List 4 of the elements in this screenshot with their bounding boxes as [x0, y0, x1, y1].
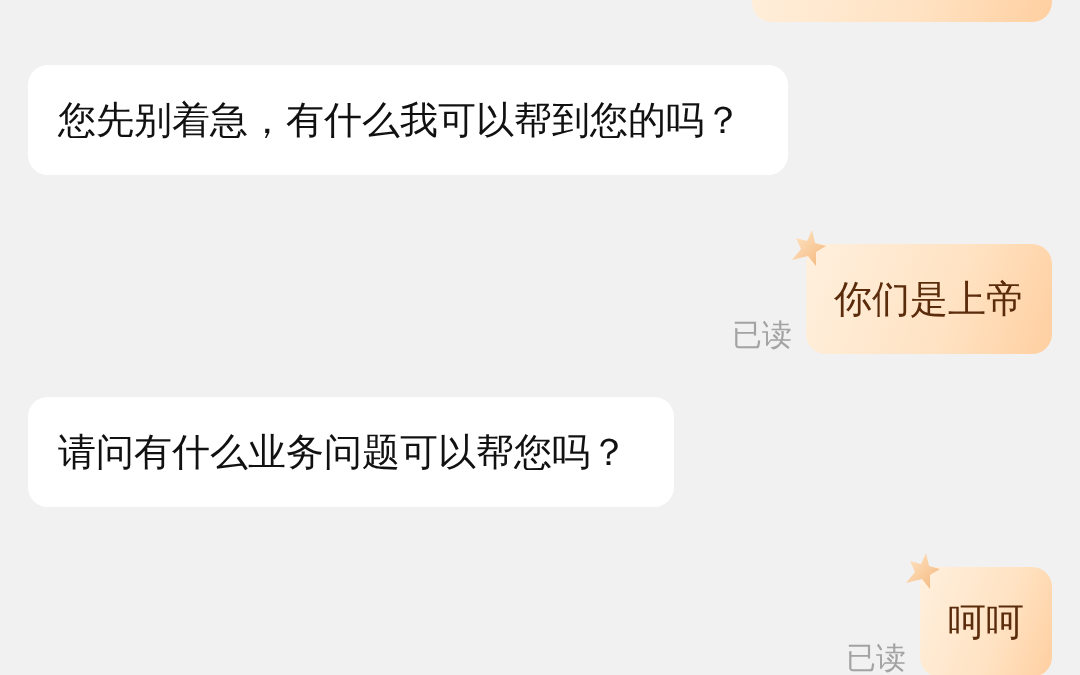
message-bubble: 您先别着急，有什么我可以帮到您的吗？	[28, 65, 788, 175]
message-bubble: 请问有什么业务问题可以帮您吗？	[28, 397, 674, 507]
read-receipt: 已读	[732, 320, 792, 350]
read-receipt: 已读	[846, 643, 906, 673]
